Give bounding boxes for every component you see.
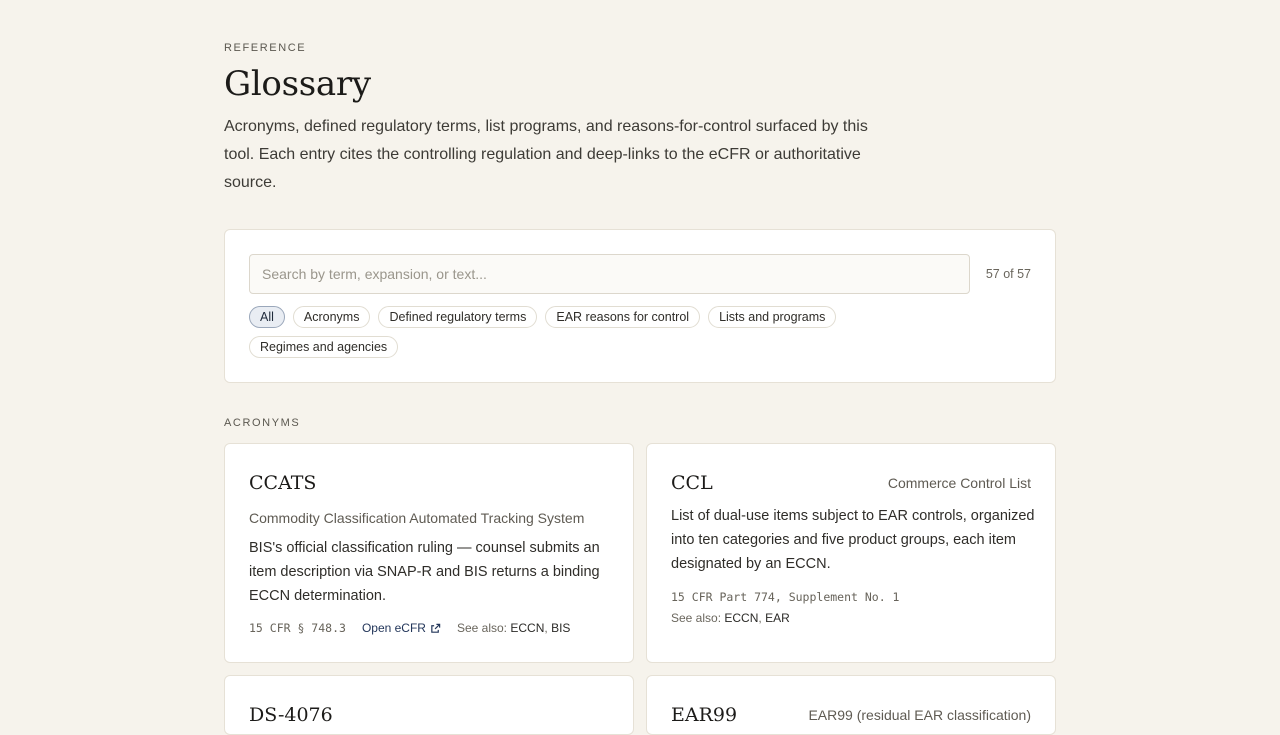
open-ecfr-label: Open eCFR <box>361 621 426 635</box>
category-filter-chips: All Acronyms Defined regulatory terms EA… <box>249 306 949 358</box>
card-expansion: EAR99 (residual EAR classification) <box>808 707 1031 723</box>
section-label-acronyms: ACRONYMS <box>224 417 301 429</box>
see-also-ear-link[interactable]: EAR <box>765 611 790 625</box>
see-also-label: See also: <box>456 621 508 635</box>
card-definition: List of dual-use items subject to EAR co… <box>671 508 1035 572</box>
chip-defined-regulatory-terms[interactable]: Defined regulatory terms <box>378 306 538 328</box>
chip-regimes-and-agencies[interactable]: Regimes and agencies <box>249 336 399 358</box>
card-header: EAR99 EAR99 (residual EAR classification… <box>671 704 1031 730</box>
chip-lists-and-programs[interactable]: Lists and programs <box>708 306 837 328</box>
see-also-bis-link[interactable]: BIS <box>551 621 570 635</box>
see-also: See also: ECCN, BIS <box>456 621 571 635</box>
glossary-card-ear99: EAR99 EAR99 (residual EAR classification… <box>646 675 1056 735</box>
external-link-icon <box>431 623 441 633</box>
see-also-eccn-link[interactable]: ECCN <box>510 621 544 635</box>
glossary-card-ccats: CCATS Commodity Classification Automated… <box>224 443 634 663</box>
chip-acronyms[interactable]: Acronyms <box>292 306 371 328</box>
card-term: DS-4076 <box>249 704 333 726</box>
chip-all[interactable]: All <box>249 306 285 328</box>
page-eyebrow: REFERENCE <box>224 42 307 54</box>
card-citation: 15 CFR Part 774, Supplement No. 1 <box>671 590 900 604</box>
card-expansion: Commerce Control List <box>887 475 1031 491</box>
page-title: Glossary <box>224 64 371 104</box>
filter-panel: 57 of 57 All Acronyms Defined regulatory… <box>224 229 1056 383</box>
see-also: See also: ECCN, EAR <box>671 611 790 625</box>
page-intro: Acronyms, defined regulatory terms, list… <box>224 118 868 191</box>
glossary-card-ds-4076: DS-4076 <box>224 675 634 735</box>
card-header: DS-4076 <box>249 704 609 730</box>
card-citation: 15 CFR § 748.3 <box>249 621 346 635</box>
card-term: CCL <box>671 472 713 494</box>
chip-ear-reasons-for-control[interactable]: EAR reasons for control <box>545 306 701 328</box>
card-expansion: Commodity Classification Automated Track… <box>249 510 585 526</box>
card-meta: See also: ECCN, EAR <box>671 611 790 625</box>
card-term: CCATS <box>249 472 317 494</box>
open-ecfr-link[interactable]: Open eCFR <box>362 621 441 635</box>
card-definition: BIS's official classification ruling — c… <box>249 540 600 604</box>
see-also-label: See also: <box>671 611 722 625</box>
card-meta: 15 CFR § 748.3 Open eCFR See also: ECCN,… <box>249 621 570 635</box>
card-header: CCL Commerce Control List <box>671 472 1031 498</box>
glossary-card-ccl: CCL Commerce Control List List of dual-u… <box>646 443 1056 663</box>
card-citation-row: 15 CFR Part 774, Supplement No. 1 <box>671 590 899 604</box>
search-input[interactable] <box>249 254 970 294</box>
card-term: EAR99 <box>671 704 738 726</box>
result-count: 57 of 57 <box>985 267 1031 281</box>
see-also-eccn-link[interactable]: ECCN <box>724 611 758 625</box>
card-header: CCATS <box>249 472 609 498</box>
